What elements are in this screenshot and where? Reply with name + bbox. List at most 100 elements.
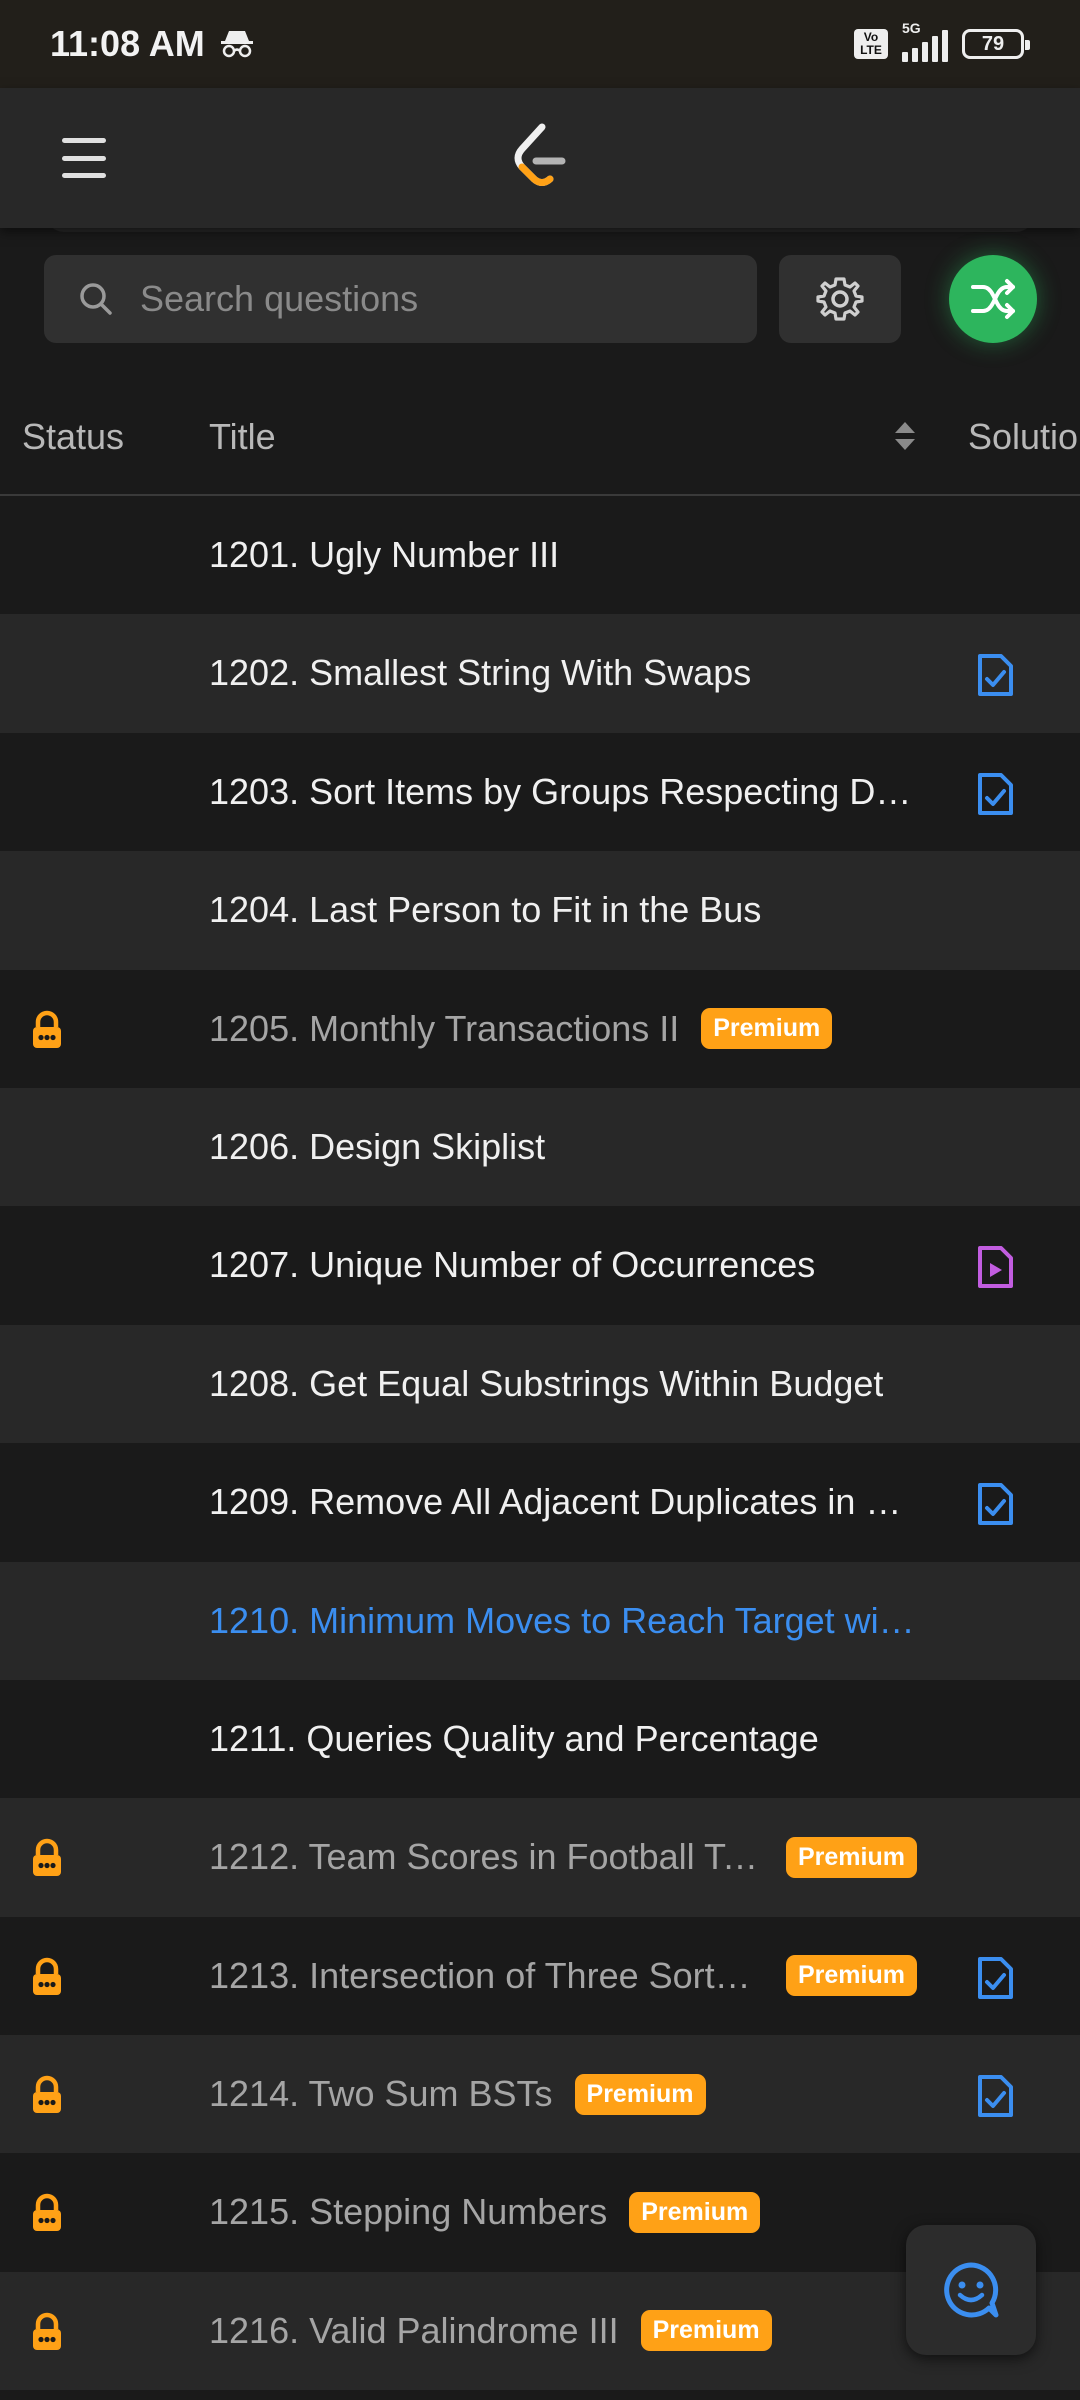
question-list: 1201. Ugly Number III 1202. Smallest Stri…	[0, 496, 1080, 2391]
hamburger-menu-icon[interactable]	[62, 138, 106, 178]
question-row[interactable]: 1207. Unique Number of Occurrences	[0, 1206, 1080, 1325]
question-title[interactable]: 1216. Valid Palindrome III	[209, 2310, 619, 2352]
question-row[interactable]: 1213. Intersection of Three Sorted Array…	[0, 1916, 1080, 2036]
shuffle-button[interactable]	[949, 255, 1037, 343]
question-row[interactable]: 1203. Sort Items by Groups Respecting De…	[0, 732, 1080, 852]
question-title-cell: 1207. Unique Number of Occurrences	[209, 1206, 929, 1324]
sort-icon[interactable]	[892, 418, 918, 454]
solution-cell[interactable]	[975, 652, 1015, 703]
lock-icon	[33, 2075, 61, 2114]
question-title[interactable]: 1212. Team Scores in Football Tournament	[209, 1836, 764, 1878]
question-title[interactable]: 1205. Monthly Transactions II	[209, 1008, 679, 1050]
question-row[interactable]: 1205. Monthly Transactions II Premium	[0, 969, 1080, 1088]
lock-status	[27, 1010, 67, 1055]
question-title-cell: 1211. Queries Quality and Percentage	[209, 1680, 929, 1798]
solution-article-icon[interactable]	[975, 771, 1015, 817]
column-solution-header[interactable]: Solution	[968, 378, 1080, 496]
leetcode-logo-icon[interactable]	[510, 123, 570, 193]
question-row[interactable]: 1201. Ugly Number III	[0, 496, 1080, 615]
question-title-cell: 1213. Intersection of Three Sorted Array…	[209, 1917, 929, 2035]
question-title[interactable]: 1213. Intersection of Three Sorted Array…	[209, 1955, 764, 1997]
question-row[interactable]: 1208. Get Equal Substrings Within Budget	[0, 1324, 1080, 1444]
question-title[interactable]: 1210. Minimum Moves to Reach Target with…	[209, 1600, 919, 1642]
question-title[interactable]: 1203. Sort Items by Groups Respecting De…	[209, 771, 914, 813]
solution-cell[interactable]	[975, 1955, 1015, 2006]
lock-icon	[33, 1839, 61, 1877]
question-title-cell: 1206. Design Skiplist	[209, 1088, 929, 1206]
question-row[interactable]: 1206. Design Skiplist	[0, 1087, 1080, 1207]
solution-article-icon[interactable]	[975, 1481, 1015, 1527]
lock-icon	[33, 1010, 61, 1048]
solution-cell[interactable]	[975, 771, 1015, 822]
question-title-cell: 1214. Two Sum BSTs Premium	[209, 2035, 929, 2153]
search-placeholder: Search questions	[140, 278, 419, 319]
question-title[interactable]: 1211. Queries Quality and Percentage	[209, 1718, 819, 1760]
question-row[interactable]: 1209. Remove All Adjacent Duplicates in …	[0, 1443, 1080, 1562]
lock-icon	[33, 1957, 61, 1995]
column-title-header[interactable]: Title	[209, 378, 276, 496]
premium-badge: Premium	[701, 1008, 833, 1050]
incognito-icon	[220, 31, 253, 58]
solution-article-icon[interactable]	[975, 652, 1015, 698]
question-row[interactable]: 1210. Minimum Moves to Reach Target with…	[0, 1561, 1080, 1680]
chat-smiley-icon	[944, 2262, 999, 2318]
question-title-cell: 1203. Sort Items by Groups Respecting De…	[209, 733, 929, 851]
question-row[interactable]: 1211. Queries Quality and Percentage	[0, 1679, 1080, 1799]
column-status-header[interactable]: Status	[22, 378, 124, 496]
question-title[interactable]: 1206. Design Skiplist	[209, 1126, 545, 1168]
question-row[interactable]: 1202. Smallest String With Swaps	[0, 614, 1080, 733]
search-row: Search questions	[0, 255, 1080, 345]
lock-status	[27, 2312, 67, 2357]
premium-badge: Premium	[640, 2310, 772, 2352]
lock-status	[27, 2075, 67, 2120]
feedback-chat-button[interactable]	[906, 2225, 1036, 2355]
settings-button[interactable]	[779, 255, 901, 343]
question-title-cell: 1201. Ugly Number III	[209, 496, 929, 614]
search-input[interactable]: Search questions	[44, 255, 757, 343]
battery-level: 79	[981, 32, 1005, 55]
question-title[interactable]: 1208. Get Equal Substrings Within Budget	[209, 1363, 883, 1405]
question-title-cell: 1215. Stepping Numbers Premium	[209, 2153, 929, 2271]
question-title-cell: 1210. Minimum Moves to Reach Target with…	[209, 1562, 929, 1680]
question-title[interactable]: 1204. Last Person to Fit in the Bus	[209, 889, 761, 931]
question-title[interactable]: 1201. Ugly Number III	[209, 534, 559, 576]
question-title[interactable]: 1214. Two Sum BSTs	[209, 2073, 553, 2115]
lock-icon	[33, 2312, 61, 2350]
question-title-cell: 1202. Smallest String With Swaps	[209, 614, 929, 732]
premium-badge: Premium	[574, 2073, 706, 2115]
solution-cell[interactable]	[975, 1481, 1015, 1532]
question-title-cell: 1208. Get Equal Substrings Within Budget	[209, 1325, 929, 1443]
signal-icon: 5G	[902, 20, 948, 62]
question-title-cell: 1209. Remove All Adjacent Duplicates in …	[209, 1443, 929, 1561]
question-row[interactable]: 1214. Two Sum BSTs Premium	[0, 2035, 1080, 2154]
question-title-cell: 1205. Monthly Transactions II Premium	[209, 970, 929, 1088]
premium-badge: Premium	[786, 1836, 917, 1878]
question-row[interactable]: 1212. Team Scores in Football Tournament…	[0, 1798, 1080, 1917]
question-title[interactable]: 1202. Smallest String With Swaps	[209, 652, 751, 694]
question-title-cell: 1216. Valid Palindrome III Premium	[209, 2272, 929, 2390]
question-title[interactable]: 1209. Remove All Adjacent Duplicates in …	[209, 1481, 914, 1523]
battery-icon: 79	[962, 29, 1030, 59]
search-icon	[80, 283, 112, 315]
question-title[interactable]: 1215. Stepping Numbers	[209, 2191, 607, 2233]
lock-icon	[33, 2194, 61, 2232]
status-bar: 11:08 AM Vo LTE 5G 79	[0, 0, 1080, 88]
solution-video-icon[interactable]	[975, 1244, 1015, 1290]
app-bar	[0, 88, 1080, 228]
question-title[interactable]: 1207. Unique Number of Occurrences	[209, 1244, 815, 1286]
question-title-cell: 1204. Last Person to Fit in the Bus	[209, 851, 929, 969]
lock-status	[27, 1838, 67, 1883]
solution-cell[interactable]	[975, 1244, 1015, 1295]
gear-icon	[816, 277, 864, 321]
solution-article-icon[interactable]	[975, 1955, 1015, 2001]
question-row[interactable]: 1204. Last Person to Fit in the Bus	[0, 851, 1080, 970]
lock-status	[27, 1957, 67, 2002]
premium-badge: Premium	[629, 2191, 761, 2233]
solution-article-icon[interactable]	[975, 2073, 1015, 2119]
premium-badge: Premium	[786, 1955, 917, 1997]
clock: 11:08 AM	[50, 23, 205, 64]
volte-icon: Vo LTE	[854, 29, 888, 59]
question-title-cell: 1212. Team Scores in Football Tournament…	[209, 1798, 929, 1916]
lock-status	[27, 2193, 67, 2238]
solution-cell[interactable]	[975, 2073, 1015, 2124]
